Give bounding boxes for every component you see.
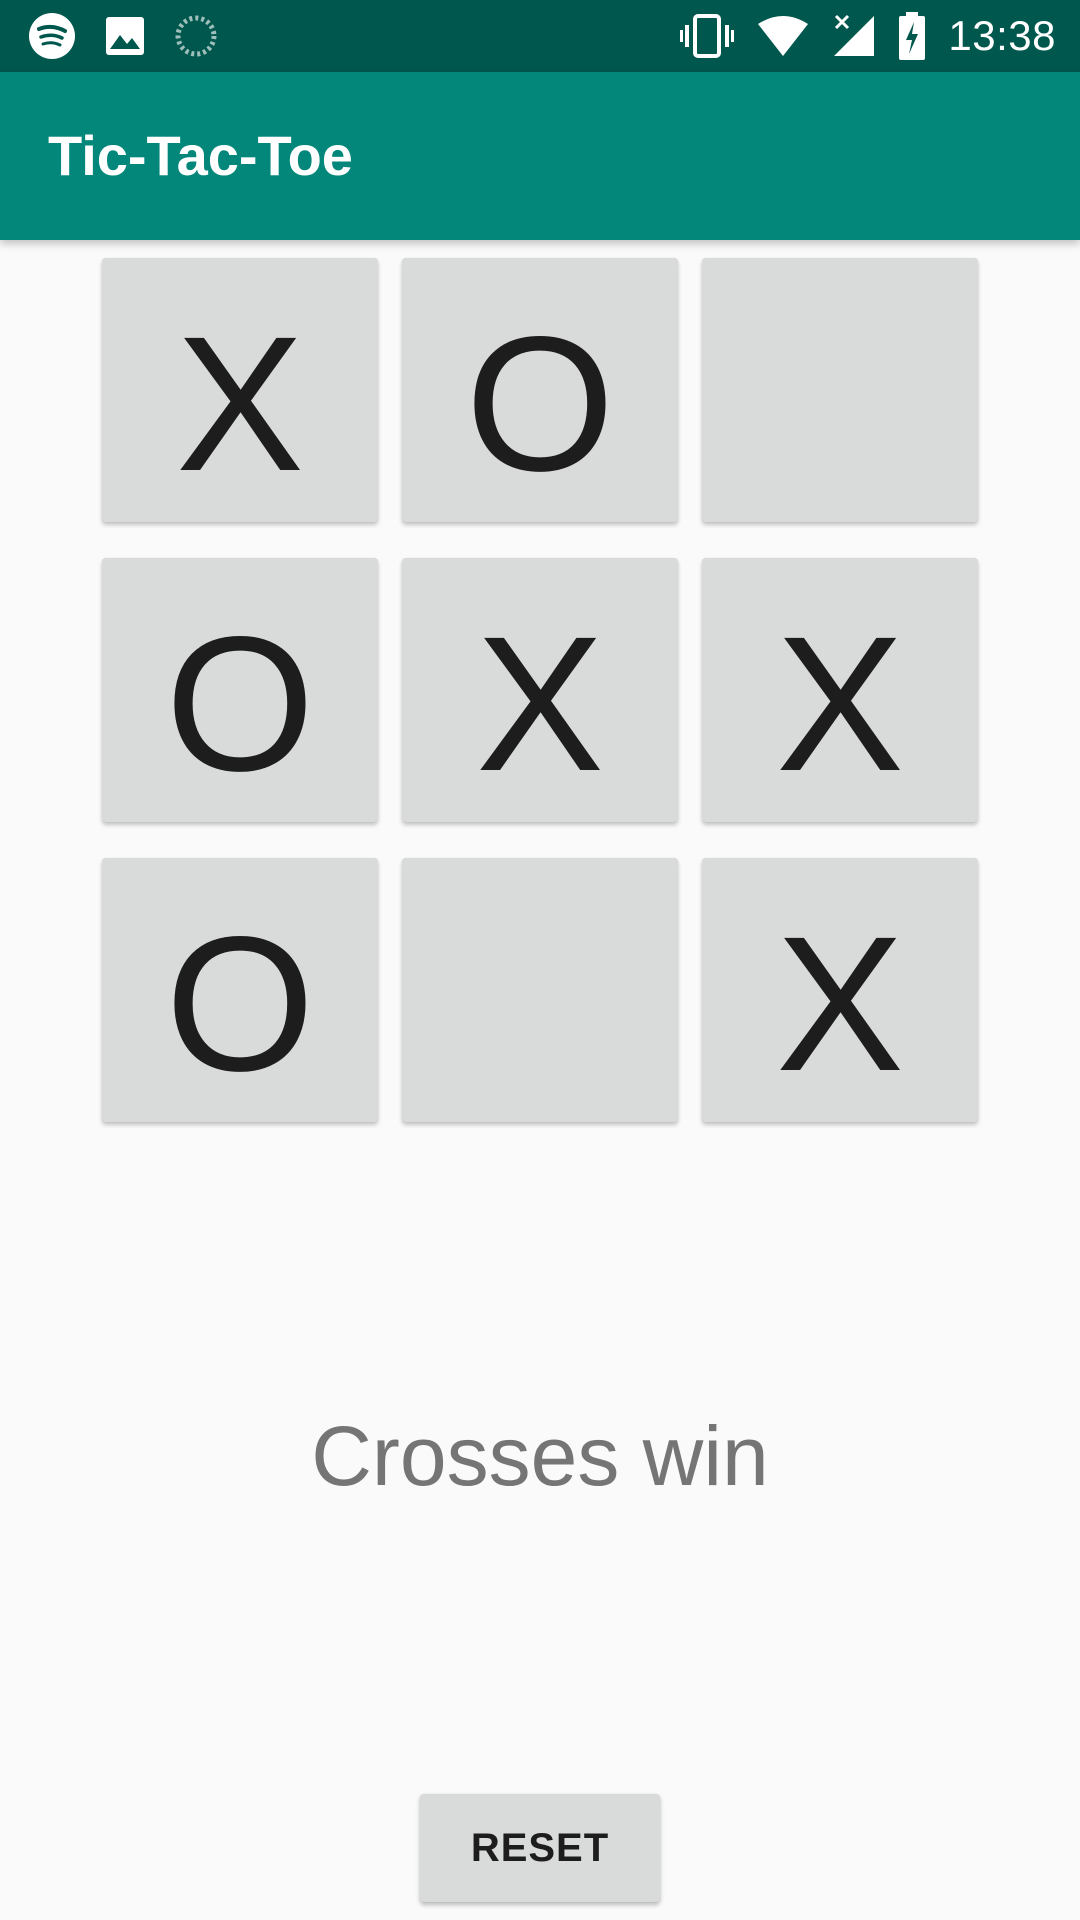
board-cell-1-1[interactable]: X: [102, 258, 378, 522]
board-cell-2-1[interactable]: O: [102, 558, 378, 822]
board-cell-1-2[interactable]: O: [402, 258, 678, 522]
cell-mark: X: [775, 596, 905, 811]
app-bar: Tic-Tac-Toe: [0, 72, 1080, 240]
image-icon: [104, 15, 146, 57]
board-cell-3-3[interactable]: X: [702, 858, 978, 1122]
board-cell-3-2[interactable]: [402, 858, 678, 1122]
loading-icon: [174, 14, 218, 58]
result-message: Crosses win: [311, 1409, 769, 1503]
wifi-icon: [756, 14, 810, 58]
cell-mark: O: [465, 296, 615, 511]
status-right-icons: 13:38: [680, 10, 1056, 62]
board-cell-2-2[interactable]: X: [402, 558, 678, 822]
board-cell-3-1[interactable]: O: [102, 858, 378, 1122]
signal-icon: [832, 14, 876, 58]
cell-mark: X: [775, 896, 905, 1111]
battery-charging-icon: [898, 12, 926, 60]
cell-mark: X: [475, 596, 605, 811]
vibrate-icon: [680, 13, 735, 59]
status-left-icons: [28, 12, 246, 60]
cell-mark: O: [165, 896, 315, 1111]
status-time: 13:38: [948, 12, 1056, 59]
cell-mark: O: [165, 596, 315, 811]
spotify-icon: [28, 12, 76, 60]
status-bar: 13:38: [0, 0, 1080, 72]
reset-button[interactable]: RESET: [420, 1794, 660, 1902]
cell-mark: X: [175, 296, 305, 511]
app-title: Tic-Tac-Toe: [48, 124, 353, 187]
board-cell-2-3[interactable]: X: [702, 558, 978, 822]
board-cell-1-3[interactable]: [702, 258, 978, 522]
